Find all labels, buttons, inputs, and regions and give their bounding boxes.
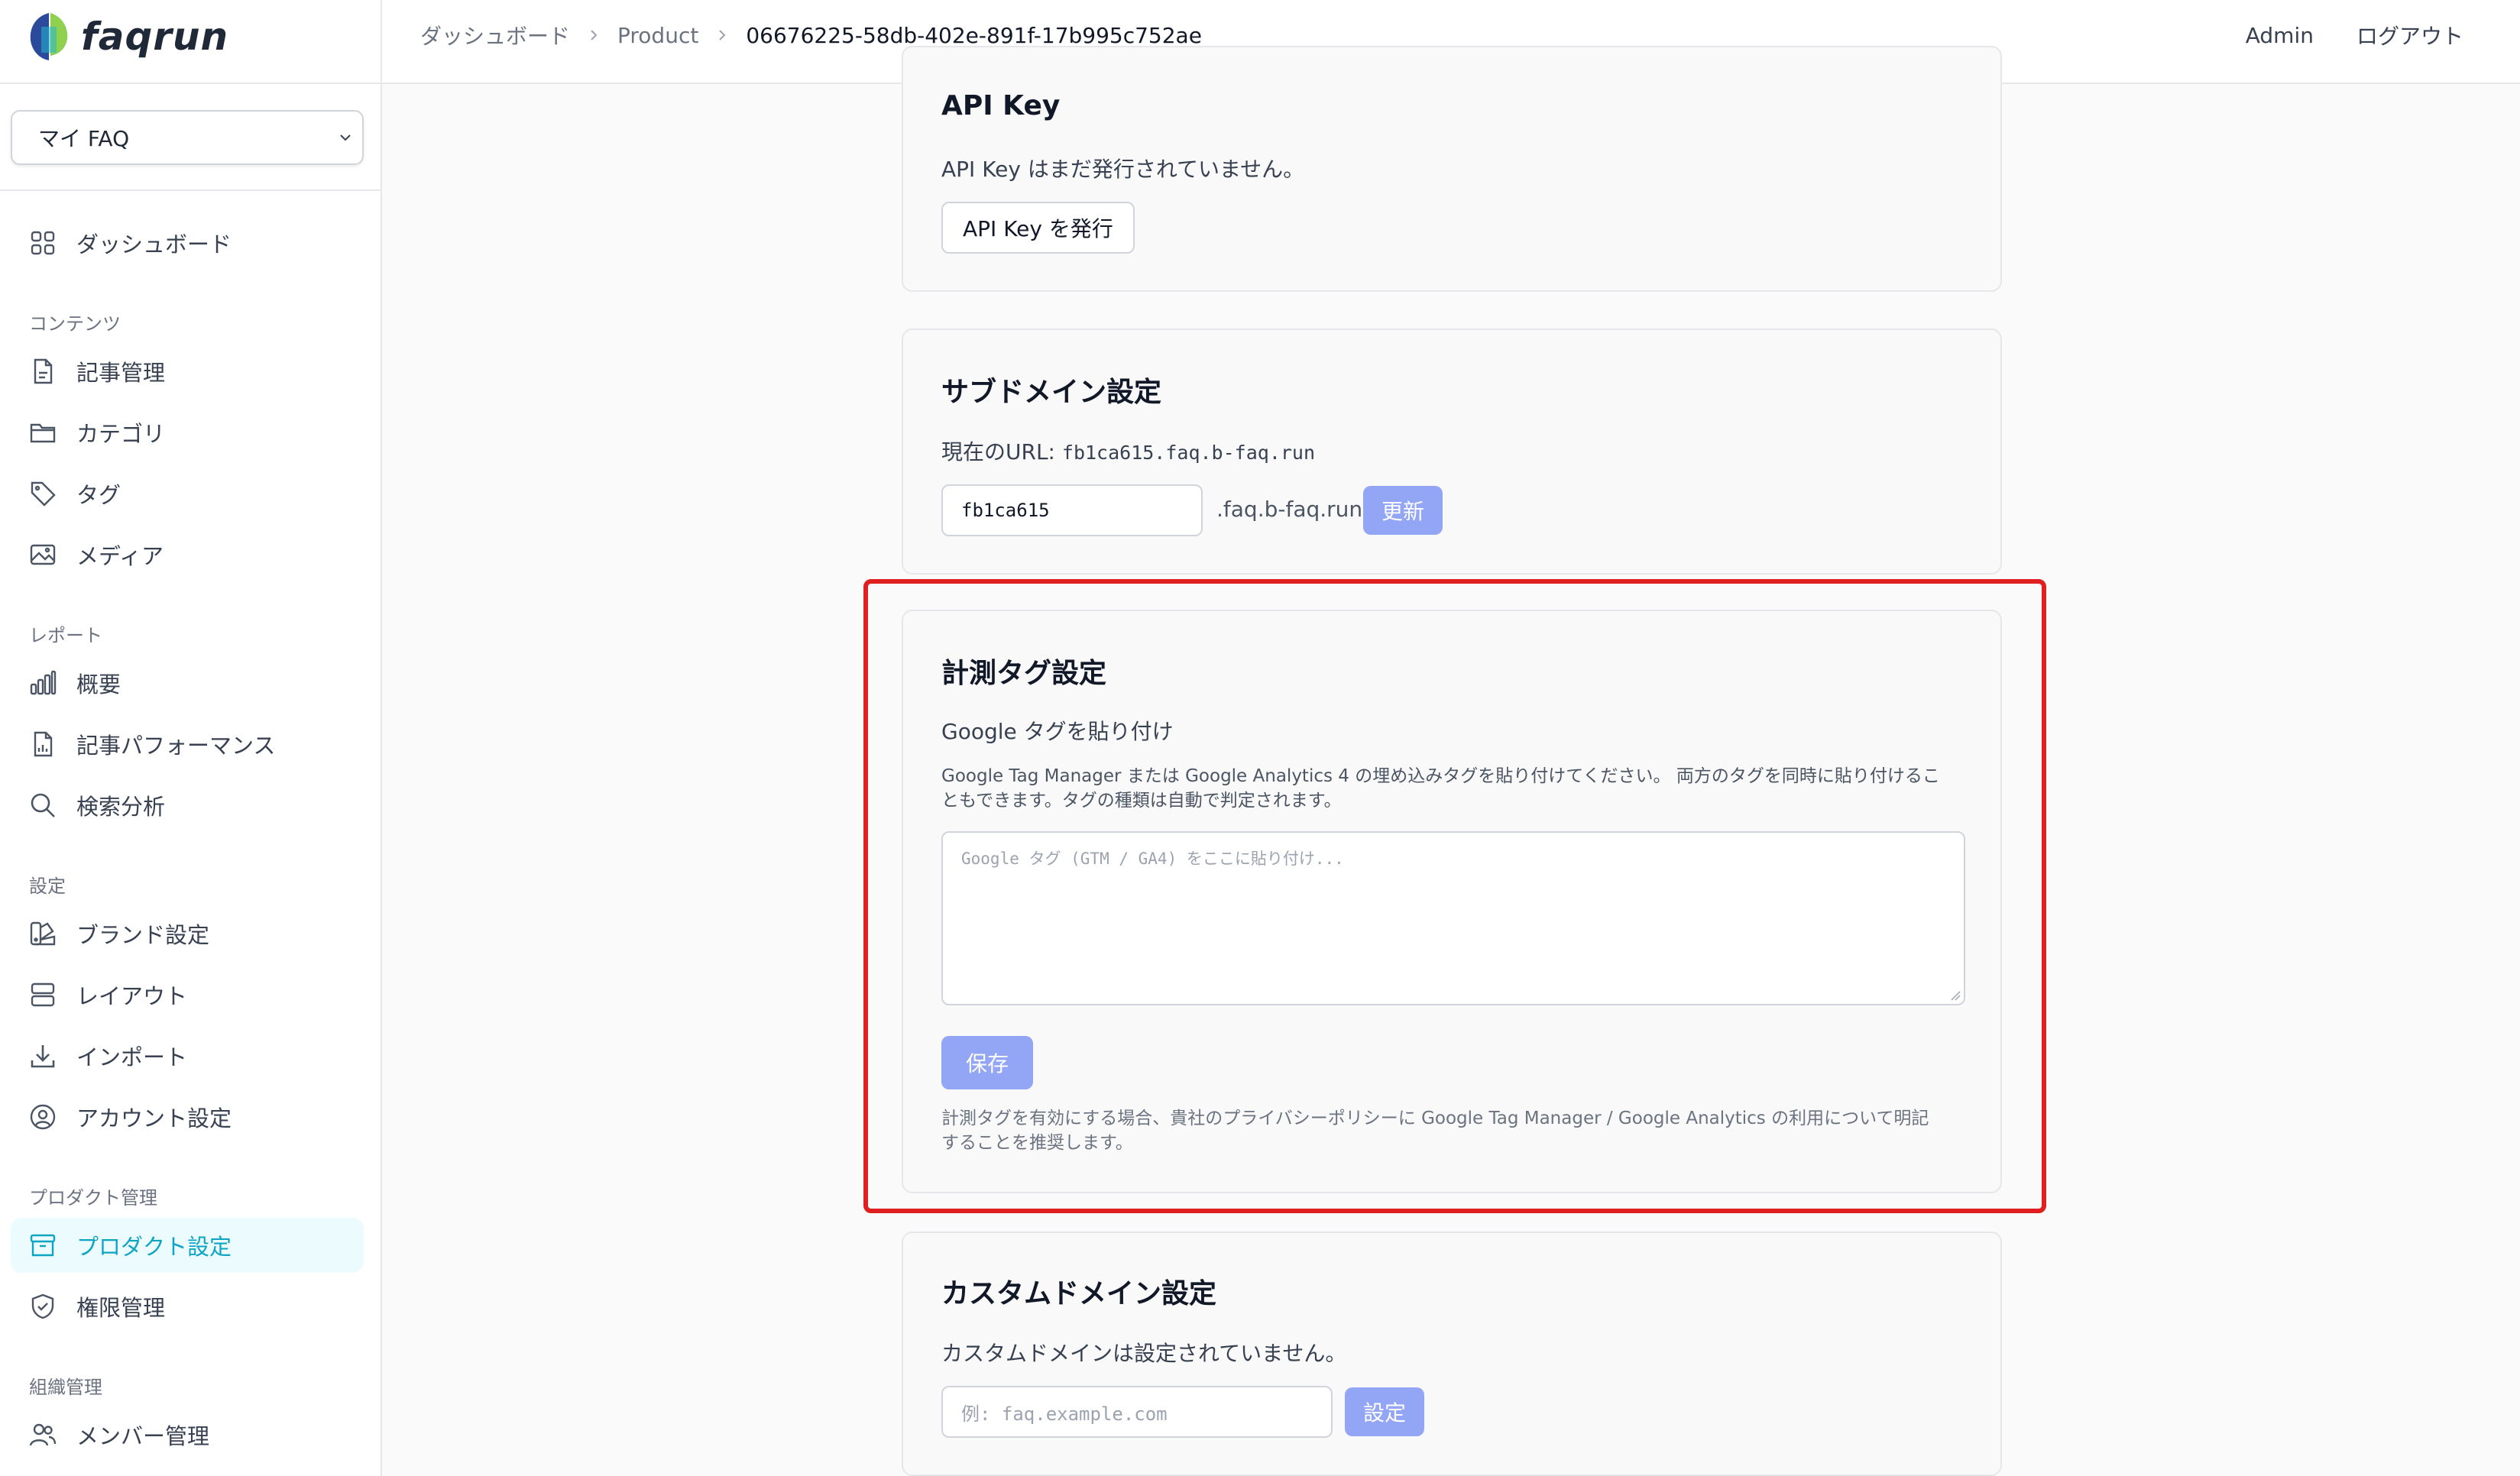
chevron-right-icon [719,30,726,40]
header-user-area: Admin ログアウト [2246,0,2463,70]
sidebar-item-label: 記事パフォーマンス [76,733,276,759]
sidebar-item-label: ダッシュボード [76,231,232,257]
breadcrumb-dashboard[interactable]: ダッシュボード [420,20,570,50]
section-content: コンテンツ [29,313,121,335]
sidebar-item-media[interactable]: メディア [11,527,364,582]
subdomain-card: サブドメイン設定 現在のURL: fb1ca615.faq.b-faq.run … [902,329,2002,575]
users-icon [29,1423,57,1446]
api-key-card: API Key API Key はまだ発行されていません。 API Key を発… [902,46,2002,292]
sidebar-item-article-performance[interactable]: 記事パフォーマンス [11,717,364,772]
sidebar-item-label: プロダクト設定 [76,1234,232,1260]
palette-icon [30,921,56,946]
api-key-status: API Key はまだ発行されていません。 [941,157,1305,182]
sidebar-item-articles[interactable]: 記事管理 [11,344,364,399]
issue-api-key-button[interactable]: API Key を発行 [941,202,1135,254]
sidebar-item-label: 記事管理 [76,360,166,386]
image-icon [30,544,56,565]
section-product: プロダクト管理 [29,1187,157,1209]
section-report: レポート [29,625,102,646]
sidebar-item-label: タグ [76,482,121,508]
faqrun-logo-icon [30,13,68,60]
sidebar-item-account-settings[interactable]: アカウント設定 [11,1089,364,1144]
sidebar-item-label: ブランド設定 [76,922,210,948]
sidebar-item-import[interactable]: インポート [11,1028,364,1083]
faq-selector[interactable]: マイ FAQ [11,110,364,165]
sidebar-item-label: メンバー管理 [76,1423,210,1449]
sidebar-top-divider [0,83,382,84]
section-settings: 設定 [29,876,66,897]
sidebar-item-label: インポート [76,1044,188,1070]
sidebar-item-search-analysis[interactable]: 検索分析 [11,778,364,833]
custom-domain-placeholder: 例: faq.example.com [961,1403,1168,1425]
subdomain-title: サブドメイン設定 [941,377,1162,408]
shield-check-icon [31,1293,54,1319]
document-chart-icon [34,731,53,757]
update-subdomain-button[interactable]: 更新 [1363,486,1443,535]
section-org: 組織管理 [29,1377,102,1398]
breadcrumb-product[interactable]: Product [617,23,698,48]
sidebar-item-dashboard[interactable]: ダッシュボード [11,215,364,270]
sidebar-item-label: 権限管理 [76,1295,166,1321]
app-logo[interactable]: faqrun [28,9,228,64]
custom-domain-title: カスタムドメイン設定 [941,1278,1217,1309]
set-custom-domain-button[interactable]: 設定 [1345,1387,1424,1436]
sidebar-item-members[interactable]: メンバー管理 [11,1407,364,1462]
subdomain-input[interactable]: fb1ca615 [941,484,1203,536]
subdomain-suffix: .faq.b-faq.run [1216,497,1363,522]
current-url-label: 現在のURL: [941,439,1062,464]
search-icon [31,793,55,817]
sidebar-divider [0,189,382,191]
logo-text: faqrun [81,15,229,59]
highlight-annotation [863,579,2046,1213]
tag-icon [31,481,56,507]
grid-icon [31,231,55,255]
custom-domain-status: カスタムドメインは設定されていません。 [941,1341,1347,1366]
sidebar-item-label: カテゴリ [76,421,166,447]
sidebar-item-brand-settings[interactable]: ブランド設定 [11,906,364,961]
user-name[interactable]: Admin [2246,23,2314,48]
sidebar-item-categories[interactable]: カテゴリ [11,405,364,460]
sidebar-item-label: 概要 [76,672,121,698]
sidebar: faqrun マイ FAQ ダッシュボード コンテンツ 記事管理 カテゴリ タグ [0,0,382,1476]
archive-icon [30,1234,56,1257]
document-icon [34,358,53,384]
sidebar-item-overview[interactable]: 概要 [11,655,364,710]
custom-domain-input[interactable]: 例: faq.example.com [941,1386,1333,1438]
api-key-title: API Key [941,90,1061,121]
sidebar-item-product-settings[interactable]: プロダクト設定 [11,1218,364,1273]
current-url-row: 現在のURL: fb1ca615.faq.b-faq.run [941,435,1315,466]
sidebar-item-tags[interactable]: タグ [11,466,364,521]
breadcrumb-current: 06676225-58db-402e-891f-17b995c752ae [746,22,1202,48]
user-circle-icon [30,1104,56,1130]
folder-icon [30,423,56,443]
custom-domain-card: カスタムドメイン設定 カスタムドメインは設定されていません。 例: faq.ex… [902,1232,2002,1476]
bar-chart-icon [30,670,57,695]
sidebar-item-label: アカウント設定 [76,1105,232,1131]
subdomain-input-value: fb1ca615 [961,500,1050,521]
download-icon [31,1045,55,1068]
sidebar-item-permissions[interactable]: 権限管理 [11,1279,364,1334]
layout-icon [31,982,55,1007]
sidebar-item-label: レイアウト [76,983,188,1009]
sidebar-item-label: メディア [76,543,164,569]
sidebar-item-label: 検索分析 [76,794,166,820]
faq-selector-value: マイ FAQ [38,126,130,151]
chevron-right-icon [591,30,598,40]
logout-link[interactable]: ログアウト [2356,20,2463,50]
sidebar-item-layout[interactable]: レイアウト [11,967,364,1022]
current-url-value: fb1ca615.faq.b-faq.run [1061,442,1316,464]
chevron-down-icon [340,134,351,141]
